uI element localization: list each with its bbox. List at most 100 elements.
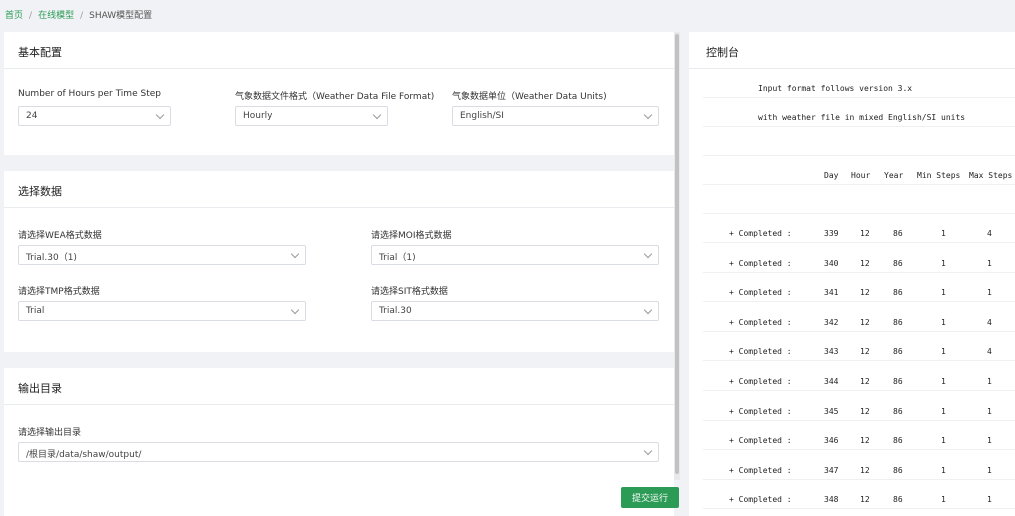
console-completed-label: + Completed :: [729, 317, 792, 327]
submit-run-button[interactable]: 提交运行: [621, 487, 679, 508]
console-completed-label: + Completed :: [729, 258, 792, 268]
console-max-cell: 1: [987, 495, 992, 505]
console-completed-label: + Completed :: [729, 436, 792, 446]
console-year-cell: 86: [893, 347, 903, 357]
basic-config-title: 基本配置: [4, 32, 674, 69]
console-header-line: Day Hour Year Min Steps Max Steps: [703, 156, 1015, 185]
console-completed-label: + Completed :: [729, 495, 792, 505]
console-hour-cell: 12: [860, 406, 870, 416]
console-day-cell: 345: [824, 406, 839, 416]
weather-units-select[interactable]: English/SI: [452, 106, 659, 126]
wea-data-select[interactable]: Trial.30（1): [18, 245, 306, 265]
console-row: + Completed : 343 12 86 1 4: [703, 332, 1015, 362]
console-hour-cell: 12: [860, 317, 870, 327]
console-completed-label: + Completed :: [729, 406, 792, 416]
console-max-cell: 4: [987, 317, 992, 327]
chevron-down-icon: [372, 110, 382, 120]
sit-data-label: 请选择SIT格式数据: [371, 287, 448, 297]
output-dir-title: 输出目录: [4, 368, 674, 405]
weather-format-label: 气象数据文件格式（Weather Data File Format): [235, 92, 435, 102]
basic-config-card: 基本配置 Number of Hours per Time Step 24 气象…: [4, 32, 674, 155]
console-row: + Completed : 345 12 86 1 1: [703, 392, 1015, 421]
console-year-cell: 86: [893, 495, 903, 505]
hours-per-step-select[interactable]: 24: [18, 106, 171, 126]
console-min-cell: 1: [941, 258, 946, 268]
console-header-hour: Hour: [851, 171, 871, 180]
chevron-down-icon: [643, 305, 653, 315]
breadcrumb-current: SHAW模型配置: [89, 11, 153, 21]
console-year-cell: 86: [893, 258, 903, 268]
console-hour-cell: 12: [860, 465, 870, 475]
sit-data-select[interactable]: Trial.30: [371, 301, 659, 321]
hours-per-step-value: 24: [26, 111, 38, 121]
breadcrumb: 首页 / 在线模型 / SHAW模型配置: [0, 0, 1015, 30]
breadcrumb-home-link[interactable]: 首页: [5, 11, 23, 21]
chevron-down-icon: [155, 110, 165, 120]
hours-per-step-label: Number of Hours per Time Step: [18, 89, 161, 99]
scrollbar-thumb[interactable]: [675, 34, 679, 474]
console-year-cell: 86: [893, 436, 903, 446]
console-max-cell: 4: [987, 347, 992, 357]
sit-data-value: Trial.30: [379, 306, 412, 316]
console-year-cell: 86: [893, 317, 903, 327]
tmp-data-label: 请选择TMP格式数据: [18, 287, 100, 297]
config-scrollbar[interactable]: [674, 32, 680, 480]
console-completed-label: + Completed :: [729, 347, 792, 357]
console-day-cell: 344: [824, 377, 839, 386]
console-day-cell: 346: [824, 436, 839, 446]
console-hour-cell: 12: [860, 229, 870, 238]
console-hour-cell: 12: [860, 288, 870, 298]
console-max-cell: 4: [987, 229, 992, 238]
console-version-text: Input format follows version 3.x: [758, 84, 913, 93]
console-min-cell: 1: [941, 347, 946, 357]
output-dir-label: 请选择输出目录: [18, 428, 82, 438]
console-day-cell: 347: [824, 465, 839, 475]
console-completed-label: + Completed :: [729, 377, 792, 386]
output-dir-card: 输出目录 请选择输出目录 /根目录/data/shaw/output/: [4, 368, 674, 516]
weather-format-select[interactable]: Hourly: [235, 106, 388, 126]
console-units-text: with weather file in mixed English/SI un…: [758, 113, 966, 122]
moi-data-select[interactable]: Trial（1): [371, 245, 659, 265]
breadcrumb-separator: /: [80, 11, 84, 21]
console-hour-cell: 12: [860, 258, 870, 268]
console-day-cell: 343: [824, 347, 839, 357]
weather-units-label: 气象数据单位（Weather Data Units): [452, 92, 607, 102]
weather-units-value: English/SI: [460, 111, 504, 121]
console-completed-label: + Completed :: [729, 465, 792, 475]
console-min-cell: 1: [941, 377, 946, 386]
console-max-cell: 1: [987, 436, 992, 446]
console-min-cell: 1: [941, 495, 946, 505]
console-max-cell: 1: [987, 465, 992, 475]
console-line: [703, 185, 1015, 214]
console-line: [703, 127, 1015, 156]
config-panel: 基本配置 Number of Hours per Time Step 24 气象…: [4, 32, 674, 516]
tmp-data-select[interactable]: Trial: [18, 301, 306, 321]
chevron-down-icon: [643, 249, 653, 259]
console-title: 控制台: [689, 32, 1015, 69]
console-header-min: Min Steps: [917, 171, 961, 180]
console-year-cell: 86: [893, 229, 903, 238]
console-row: + Completed : 348 12 86 1 1: [703, 480, 1015, 510]
console-year-cell: 86: [893, 377, 903, 386]
breadcrumb-models-link[interactable]: 在线模型: [38, 11, 74, 21]
chevron-down-icon: [290, 305, 300, 315]
console-min-cell: 1: [941, 229, 946, 238]
console-max-cell: 1: [987, 406, 992, 416]
select-data-title: 选择数据: [4, 171, 674, 208]
tmp-data-value: Trial: [26, 306, 45, 316]
console-row: + Completed : 341 12 86 1 1: [703, 273, 1015, 303]
console-hour-cell: 12: [860, 377, 870, 386]
console-min-cell: 1: [941, 465, 946, 475]
console-line: Input format follows version 3.x: [703, 69, 1015, 98]
console-row: + Completed : 346 12 86 1 1: [703, 421, 1015, 451]
console-min-cell: 1: [941, 288, 946, 298]
console-panel: 控制台 Input format follows version 3.x wit…: [689, 32, 1015, 516]
chevron-down-icon: [643, 446, 653, 456]
console-day-cell: 339: [824, 229, 839, 238]
console-min-cell: 1: [941, 436, 946, 446]
output-dir-select[interactable]: /根目录/data/shaw/output/: [18, 442, 659, 462]
console-min-cell: 1: [941, 406, 946, 416]
console-hour-cell: 12: [860, 495, 870, 505]
wea-data-value: Trial.30（1): [26, 253, 77, 263]
chevron-down-icon: [290, 249, 300, 259]
